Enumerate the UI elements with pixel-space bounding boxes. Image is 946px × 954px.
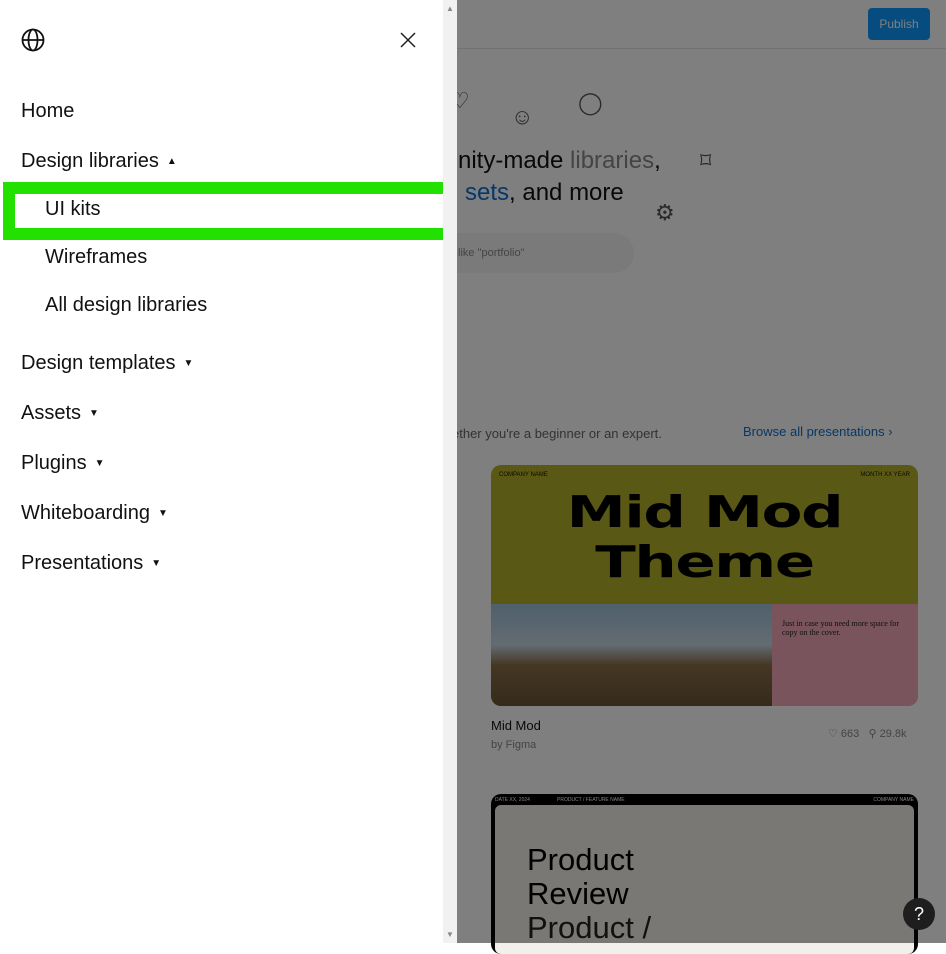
close-icon[interactable]: [398, 30, 418, 50]
menu-label: Home: [21, 100, 75, 122]
menu-label: Presentations: [21, 552, 144, 574]
menu-label: All design libraries: [45, 294, 208, 316]
menu-item-wireframes[interactable]: Wireframes: [45, 246, 147, 269]
menu-item-presentations[interactable]: Presentations ▼: [21, 552, 161, 575]
caret-down-icon: ▼: [94, 458, 105, 469]
menu-item-assets[interactable]: Assets ▼: [21, 402, 99, 425]
menu-item-home[interactable]: Home: [21, 100, 74, 123]
menu-label: Whiteboarding: [21, 502, 150, 524]
help-button[interactable]: ?: [903, 898, 935, 930]
menu-label: Design templates: [21, 352, 176, 374]
menu-item-plugins[interactable]: Plugins ▼: [21, 452, 105, 475]
caret-down-icon: ▼: [157, 508, 168, 519]
menu-item-design-libraries[interactable]: Design libraries ▲: [21, 150, 177, 173]
navigation-drawer: Home Design libraries ▲ UI kits Wireframe…: [0, 0, 457, 943]
menu-item-ui-kits[interactable]: UI kits: [45, 198, 101, 221]
scroll-down-arrow-icon[interactable]: ▼: [446, 930, 454, 939]
menu-label: UI kits: [45, 198, 101, 220]
caret-down-icon: ▼: [89, 408, 99, 419]
menu-item-all-design-libraries[interactable]: All design libraries: [45, 294, 207, 317]
scrollbar[interactable]: ▲ ▼: [443, 0, 457, 943]
menu-item-design-templates[interactable]: Design templates ▼: [21, 352, 193, 375]
caret-down-icon: ▼: [183, 358, 194, 369]
menu-label: Assets: [21, 402, 82, 424]
caret-down-icon: ▼: [151, 558, 162, 569]
menu-label: Wireframes: [45, 246, 148, 268]
menu-label: Plugins: [21, 452, 87, 474]
globe-icon[interactable]: [21, 28, 45, 52]
menu-item-whiteboarding[interactable]: Whiteboarding ▼: [21, 502, 168, 525]
caret-up-icon: ▲: [166, 156, 177, 167]
scroll-up-arrow-icon[interactable]: ▲: [446, 4, 454, 13]
menu-label: Design libraries: [21, 150, 159, 172]
